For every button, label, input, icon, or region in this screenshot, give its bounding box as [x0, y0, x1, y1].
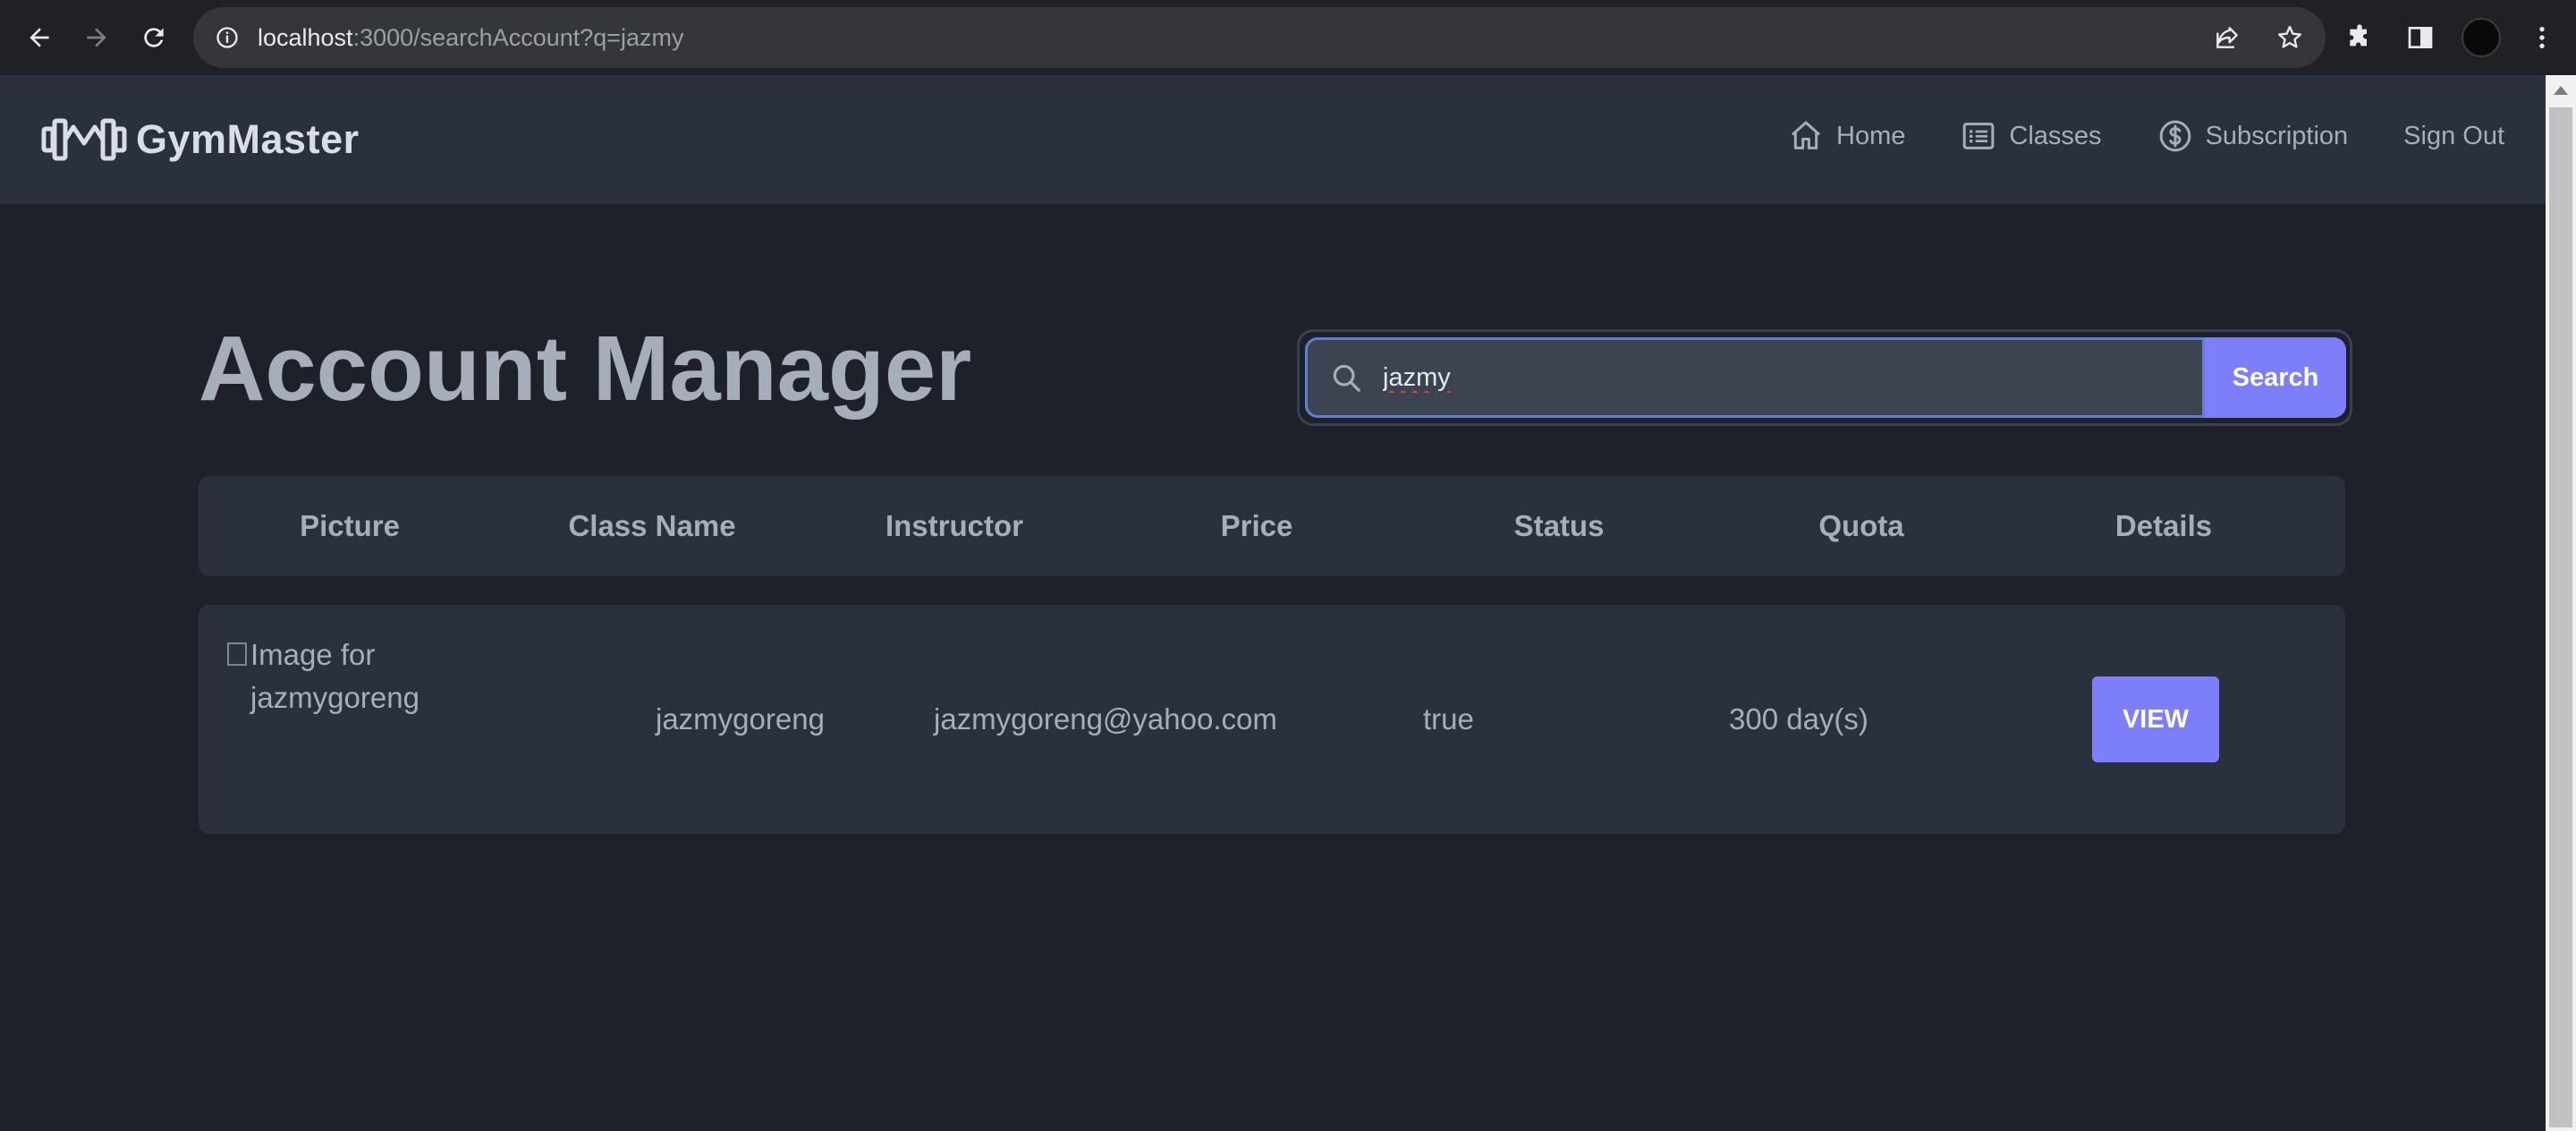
dollar-icon [2159, 120, 2190, 152]
page-title: Account Manager [199, 317, 972, 420]
nav-classes-label: Classes [2009, 121, 2102, 150]
arrow-left-icon [30, 28, 49, 47]
scroll-up-arrow-icon[interactable] [2554, 86, 2568, 95]
search-input[interactable] [1381, 361, 2190, 394]
brand-name: GymMaster [136, 116, 360, 162]
main-nav: Home Classes Subscription Sign Out [1788, 118, 2504, 154]
back-button[interactable] [18, 16, 61, 59]
url-text: localhost:3000/searchAccount?q=jazmy [258, 24, 684, 52]
column-header-instructor: Instructor [885, 509, 1023, 542]
column-header-class-name: Class Name [568, 509, 736, 542]
nav-sign-out[interactable]: Sign Out [2403, 122, 2504, 151]
nav-classes[interactable]: Classes [1961, 118, 2102, 154]
column-header-price: Price [1220, 509, 1293, 542]
account-status: true [1423, 702, 1474, 736]
address-bar[interactable]: localhost:3000/searchAccount?q=jazmy [193, 7, 2326, 68]
nav-subscription[interactable]: Subscription [2157, 118, 2349, 154]
picture-alt-text: Image for jazmygoreng [250, 638, 419, 714]
home-icon [1792, 121, 1821, 149]
column-header-picture: Picture [300, 509, 400, 542]
profile-avatar[interactable] [2460, 13, 2503, 63]
account-picture: Image for jazmygoreng [227, 634, 424, 719]
column-header-quota: Quota [1818, 509, 1904, 542]
column-header-details: Details [2114, 509, 2213, 542]
search-field [1305, 337, 2205, 418]
nav-sign-out-label: Sign Out [2403, 121, 2504, 150]
search-bar: Search [1297, 329, 2352, 426]
bookmark-star-icon[interactable] [2272, 20, 2308, 55]
share-icon[interactable] [2209, 20, 2245, 55]
account-email: jazmygoreng@yahoo.com [934, 702, 1277, 736]
search-icon [1333, 364, 1360, 392]
broken-image-icon [227, 642, 247, 666]
nav-subscription-label: Subscription [2205, 121, 2349, 150]
site-info-icon[interactable] [213, 23, 242, 52]
nav-home-label: Home [1836, 121, 1906, 150]
scrollbar-thumb[interactable] [2549, 107, 2572, 1127]
table-header: Picture Class Name Instructor Price Stat… [199, 476, 2345, 576]
forward-button[interactable] [75, 16, 118, 59]
account-quota: 300 day(s) [1729, 702, 1868, 736]
extensions-puzzle-icon[interactable] [2338, 13, 2381, 63]
browser-toolbar: localhost:3000/searchAccount?q=jazmy [0, 0, 2576, 75]
nav-home[interactable]: Home [1788, 118, 1905, 154]
chrome-menu-icon[interactable] [2521, 13, 2563, 63]
column-header-status: Status [1513, 509, 1605, 542]
reload-button[interactable] [132, 16, 175, 59]
brand-logo[interactable]: GymMaster [41, 116, 360, 163]
list-icon [1963, 123, 1995, 149]
vertical-scrollbar[interactable] [2546, 75, 2576, 1131]
side-panel-icon[interactable] [2399, 13, 2442, 63]
url-host: localhost [258, 23, 353, 51]
url-path: :3000/searchAccount?q=jazmy [352, 23, 684, 51]
table-row: Image for jazmygoreng jazmygoreng jazmyg… [199, 605, 2345, 834]
account-name: jazmygoreng [656, 702, 825, 736]
arrow-right-icon [87, 28, 106, 47]
search-button[interactable]: Search [2205, 337, 2346, 418]
reload-icon [144, 28, 164, 47]
app-navbar: GymMaster Home Classes Subscription Sign… [0, 75, 2546, 204]
view-button[interactable]: VIEW [2092, 676, 2219, 762]
dumbbell-logo-icon [41, 118, 127, 161]
